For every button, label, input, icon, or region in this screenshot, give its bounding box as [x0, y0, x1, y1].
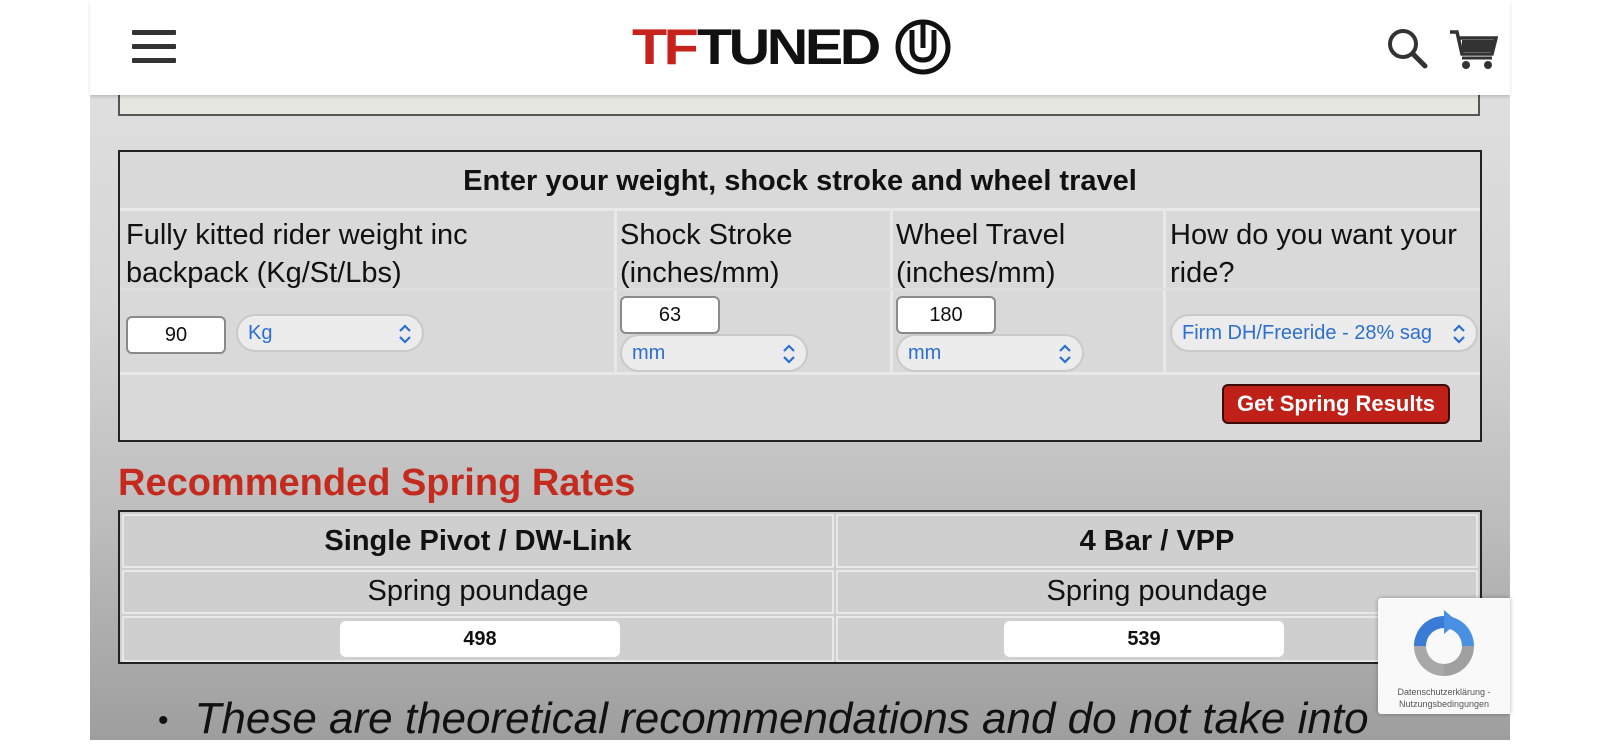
travel-input[interactable]: 180: [896, 296, 996, 334]
column-divider: [1163, 208, 1166, 372]
label-spring-poundage: Spring poundage: [122, 570, 834, 614]
menu-icon[interactable]: [132, 30, 176, 64]
ride-label: How do you want your ride?: [1170, 219, 1457, 289]
recaptcha-badge[interactable]: Datenschutzerklärung - Nutzungsbedingung…: [1378, 598, 1510, 714]
spring-calculator: Enter your weight, shock stroke and whee…: [118, 150, 1482, 442]
results-heading: Recommended Spring Rates: [118, 462, 636, 504]
chevron-updown-icon: [399, 324, 411, 344]
cart-icon[interactable]: [1448, 28, 1498, 70]
search-icon[interactable]: [1385, 26, 1429, 70]
chevron-updown-icon: [783, 344, 795, 364]
travel-label: Wheel Travel (inches/mm): [896, 219, 1066, 289]
column-divider: [614, 208, 617, 372]
logo-tuned: TUNED: [697, 19, 881, 75]
stroke-label: Shock Stroke (inches/mm): [620, 219, 793, 289]
chevron-updown-icon: [1059, 344, 1071, 364]
weight-unit-select[interactable]: Kg: [236, 314, 424, 352]
weight-unit-value: Kg: [248, 322, 273, 344]
site-logo[interactable]: TF TUNED: [632, 16, 952, 78]
site-header: TF TUNED: [90, 0, 1510, 95]
stroke-input[interactable]: 63: [620, 296, 720, 334]
logo-mark-icon: [895, 19, 951, 75]
disclaimer-item: • These are theoretical recommendations a…: [158, 694, 1369, 744]
travel-unit-select[interactable]: mm: [896, 334, 1084, 372]
disclaimer-text: These are theoretical recommendations an…: [194, 694, 1369, 743]
bullet-icon: •: [158, 704, 169, 738]
ride-value: Firm DH/Freeride - 28% sag: [1182, 322, 1433, 344]
stroke-unit-select[interactable]: mm: [620, 334, 808, 372]
weight-label: Fully kitted rider weight inc backpack (…: [126, 219, 468, 289]
logo-tf: TF: [632, 19, 699, 75]
row-divider: [120, 208, 1480, 211]
column-header-single-pivot: Single Pivot / DW-Link: [122, 514, 834, 568]
stroke-unit-value: mm: [632, 342, 666, 364]
calculator-title: Enter your weight, shock stroke and whee…: [463, 165, 1137, 197]
get-spring-results-button[interactable]: Get Spring Results: [1222, 384, 1450, 424]
weight-input[interactable]: 90: [126, 316, 226, 354]
column-header-4bar: 4 Bar / VPP: [836, 514, 1478, 568]
result-cell: 498: [122, 616, 834, 662]
results-table: Single Pivot / DW-Link 4 Bar / VPP Sprin…: [118, 510, 1482, 664]
chevron-updown-icon: [1453, 324, 1465, 344]
row-divider: [120, 372, 1480, 375]
travel-unit-value: mm: [908, 342, 942, 364]
result-value-4bar: 539: [1004, 621, 1284, 657]
recaptcha-links[interactable]: Datenschutzerklärung - Nutzungsbedingung…: [1378, 686, 1510, 710]
column-divider: [890, 208, 893, 372]
result-value-single-pivot: 498: [340, 621, 620, 657]
recaptcha-icon: [1414, 610, 1474, 676]
ride-select[interactable]: Firm DH/Freeride - 28% sag: [1170, 314, 1478, 352]
